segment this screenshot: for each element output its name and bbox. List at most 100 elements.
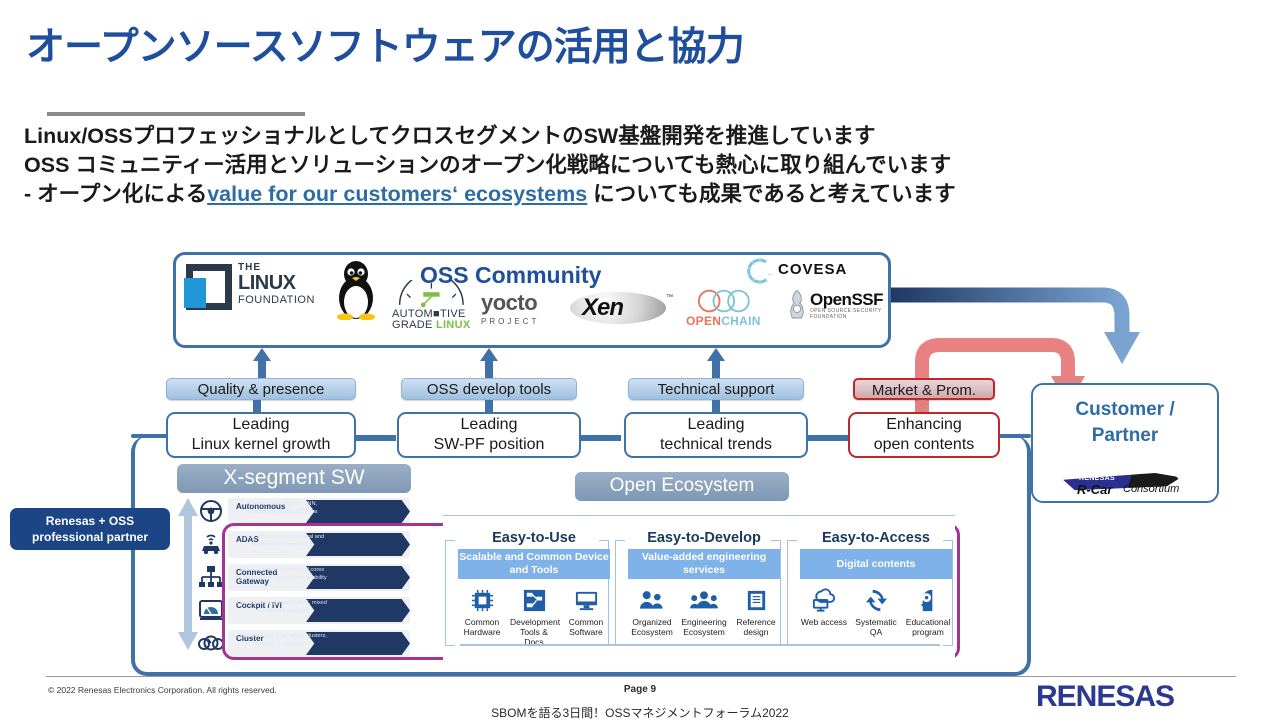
card-sw-pf-position: Leading SW-PF position — [397, 412, 581, 458]
frame-top-left-segment — [131, 434, 171, 438]
oe-column-easy-to-develop: Easy-to-Develop Value-added engineering … — [628, 530, 780, 637]
oe-col-title: Easy-to-Access — [822, 530, 930, 546]
renesas-oss-partner-tag: Renesas + OSS professional partner — [10, 508, 170, 550]
oe-item-development-tools: Development Tools & Docs — [510, 585, 561, 647]
customer-line-1: Customer / — [1075, 399, 1175, 420]
oe-item-common-hardware: Common Hardware — [458, 585, 506, 647]
oe-col-title: Easy-to-Use — [492, 530, 576, 546]
openssf-sublabel: OPEN SOURCE SECURITY FOUNDATION — [810, 308, 882, 320]
customer-partner-title: Customer / Partner — [1033, 397, 1217, 449]
oe-column-easy-to-use: Easy-to-Use Scalable and Common Device a… — [458, 530, 610, 647]
oe-item-organized-ecosystem: Organized Ecosystem — [628, 585, 676, 637]
workflow-icon — [510, 585, 558, 615]
arrow-up-support — [707, 348, 725, 380]
r-car-consortium-icon: RENESAS R-Car Consortium — [1063, 473, 1191, 499]
documents-icon — [732, 585, 780, 615]
cockpit-icon — [199, 600, 223, 620]
card-line-1: Leading — [687, 416, 745, 433]
pill-quality-presence[interactable]: Quality & presence — [166, 378, 356, 400]
oe-col-title: Easy-to-Develop — [647, 530, 761, 546]
ecosystem-link[interactable]: value for our customers‘ ecosystems — [207, 182, 587, 206]
pill-oss-develop-tools[interactable]: OSS develop tools — [401, 378, 577, 400]
card-line-1: Enhancing — [886, 416, 962, 433]
oe-item-caption: Common Software — [568, 617, 604, 637]
openchain-label: OPENCHAIN — [686, 314, 761, 328]
openssf-label: OpenSSF — [810, 290, 884, 309]
people-group-icon — [680, 585, 728, 615]
card-connector-2 — [581, 435, 621, 441]
open-ecosystem-header: Open Ecosystem — [575, 472, 789, 501]
oe-column-easy-to-access: Easy-to-Access Digital contents Web acce… — [800, 530, 952, 637]
openchain-icon: OPENCHAIN — [686, 286, 772, 330]
card-technical-trends: Leading technical trends — [624, 412, 808, 458]
oe-col-band: Value-added engineering services — [628, 549, 780, 579]
open-ecosystem-underline — [460, 644, 940, 646]
oe-col-band: Scalable and Common Device and Tools — [458, 549, 610, 579]
oe-col-band: Digital contents — [800, 549, 952, 579]
arrow-up-tools — [480, 348, 498, 380]
oe-item-common-software: Common Software — [562, 585, 610, 647]
renesas-tag-line1: Renesas + OSS — [45, 514, 135, 528]
card-enhancing-open-contents: Enhancing open contents — [848, 412, 1000, 458]
head-gear-icon — [904, 585, 952, 615]
linux-foundation-icon: THE LINUX FOUNDATION — [184, 260, 328, 316]
oe-item-caption: Educational program — [905, 617, 951, 637]
steering-wheel-icon — [200, 500, 222, 522]
card-connector-3 — [808, 435, 848, 441]
card-line-2: SW-PF position — [433, 436, 545, 453]
people-small-icon — [628, 585, 676, 615]
pill-technical-support[interactable]: Technical support — [628, 378, 804, 400]
rcar-main: R-Car — [1077, 482, 1113, 497]
oe-item-caption: Web access — [800, 617, 848, 627]
xseg-row-desc: Powerful and efficient, CNN, supporting … — [246, 501, 318, 515]
card-line-2: Linux kernel growth — [191, 436, 331, 453]
chip-icon — [458, 585, 506, 615]
x-segment-scale-arrow — [178, 498, 198, 650]
renesas-tag-line2: professional partner — [31, 530, 149, 544]
oe-item-caption: Systematic QA — [855, 617, 897, 637]
pill-market-promotion[interactable]: Market & Prom. — [853, 378, 995, 400]
automotive-grade-linux-icon: AUTOM■TIVE GRADE LINUX — [392, 280, 478, 334]
arrow-up-quality — [253, 348, 271, 380]
bracket-left-3 — [787, 540, 797, 646]
cloud-monitor-icon — [800, 585, 848, 615]
diagram-canvas: OSS Community THE LINUX FOUNDATION AUTOM… — [0, 240, 1280, 680]
oe-item-educational-program: Educational program — [904, 585, 952, 637]
sensor-car-icon — [202, 534, 220, 555]
oe-item-systematic-qa: Systematic QA — [852, 585, 900, 637]
rcar-brand: RENESAS — [1079, 475, 1115, 482]
lf-foundation-label: FOUNDATION — [238, 294, 315, 306]
tux-penguin-icon — [337, 261, 375, 320]
oe-item-web-access: Web access — [800, 585, 848, 637]
openssf-icon: OpenSSF OPEN SOURCE SECURITY FOUNDATION — [786, 288, 884, 330]
oe-item-caption: Organized Ecosystem — [631, 617, 673, 637]
card-line-2: technical trends — [659, 436, 773, 453]
monitor-icon — [562, 585, 610, 615]
open-ecosystem-panel: Easy-to-Use Scalable and Common Device a… — [443, 515, 955, 661]
bracket-left-1 — [445, 540, 455, 646]
bracket-left-2 — [615, 540, 625, 646]
title-divider — [47, 112, 305, 116]
network-icon — [199, 566, 223, 587]
lead-line-1: Linux/OSSプロフェッショナルとしてクロスセグメントのSW基盤開発を推進し… — [24, 124, 876, 148]
agl-line2: GRADE LINUX — [392, 319, 471, 331]
yocto-project-icon: yocto PROJECT — [481, 290, 567, 328]
cluster-gauge-icon — [198, 635, 224, 651]
oe-item-caption: Development Tools & Docs — [510, 617, 561, 647]
oe-item-caption: Engineering Ecosystem — [681, 617, 727, 637]
xen-tm: ™ — [666, 294, 673, 301]
yocto-sub: PROJECT — [481, 317, 540, 326]
rcar-sub: Consortium — [1123, 483, 1180, 495]
page-title: オープンソースソフトウェアの活用と協力 — [26, 26, 745, 69]
lead-paragraph: Linux/OSSプロフェッショナルとしてクロスセグメントのSW基盤開発を推進し… — [24, 122, 1264, 209]
xseg-row-autonomous: Autonomous Powerful and efficient, CNN, … — [228, 498, 410, 525]
customer-line-2: Partner — [1091, 425, 1159, 446]
covesa-label: COVESA — [778, 261, 848, 278]
oe-item-reference-design: Reference design — [732, 585, 780, 637]
card-linux-kernel-growth: Leading Linux kernel growth — [166, 412, 356, 458]
renesas-logo: RENESAS — [1036, 680, 1175, 713]
oe-item-engineering-ecosystem: Engineering Ecosystem — [680, 585, 728, 637]
x-segment-header: X-segment SW — [177, 464, 411, 493]
lead-line-2: OSS コミュニティー活用とソリューションのオープン化戦略についても熱心に取り組… — [24, 153, 952, 177]
lead-line-3-after: についても成果であると考えています — [587, 182, 956, 206]
